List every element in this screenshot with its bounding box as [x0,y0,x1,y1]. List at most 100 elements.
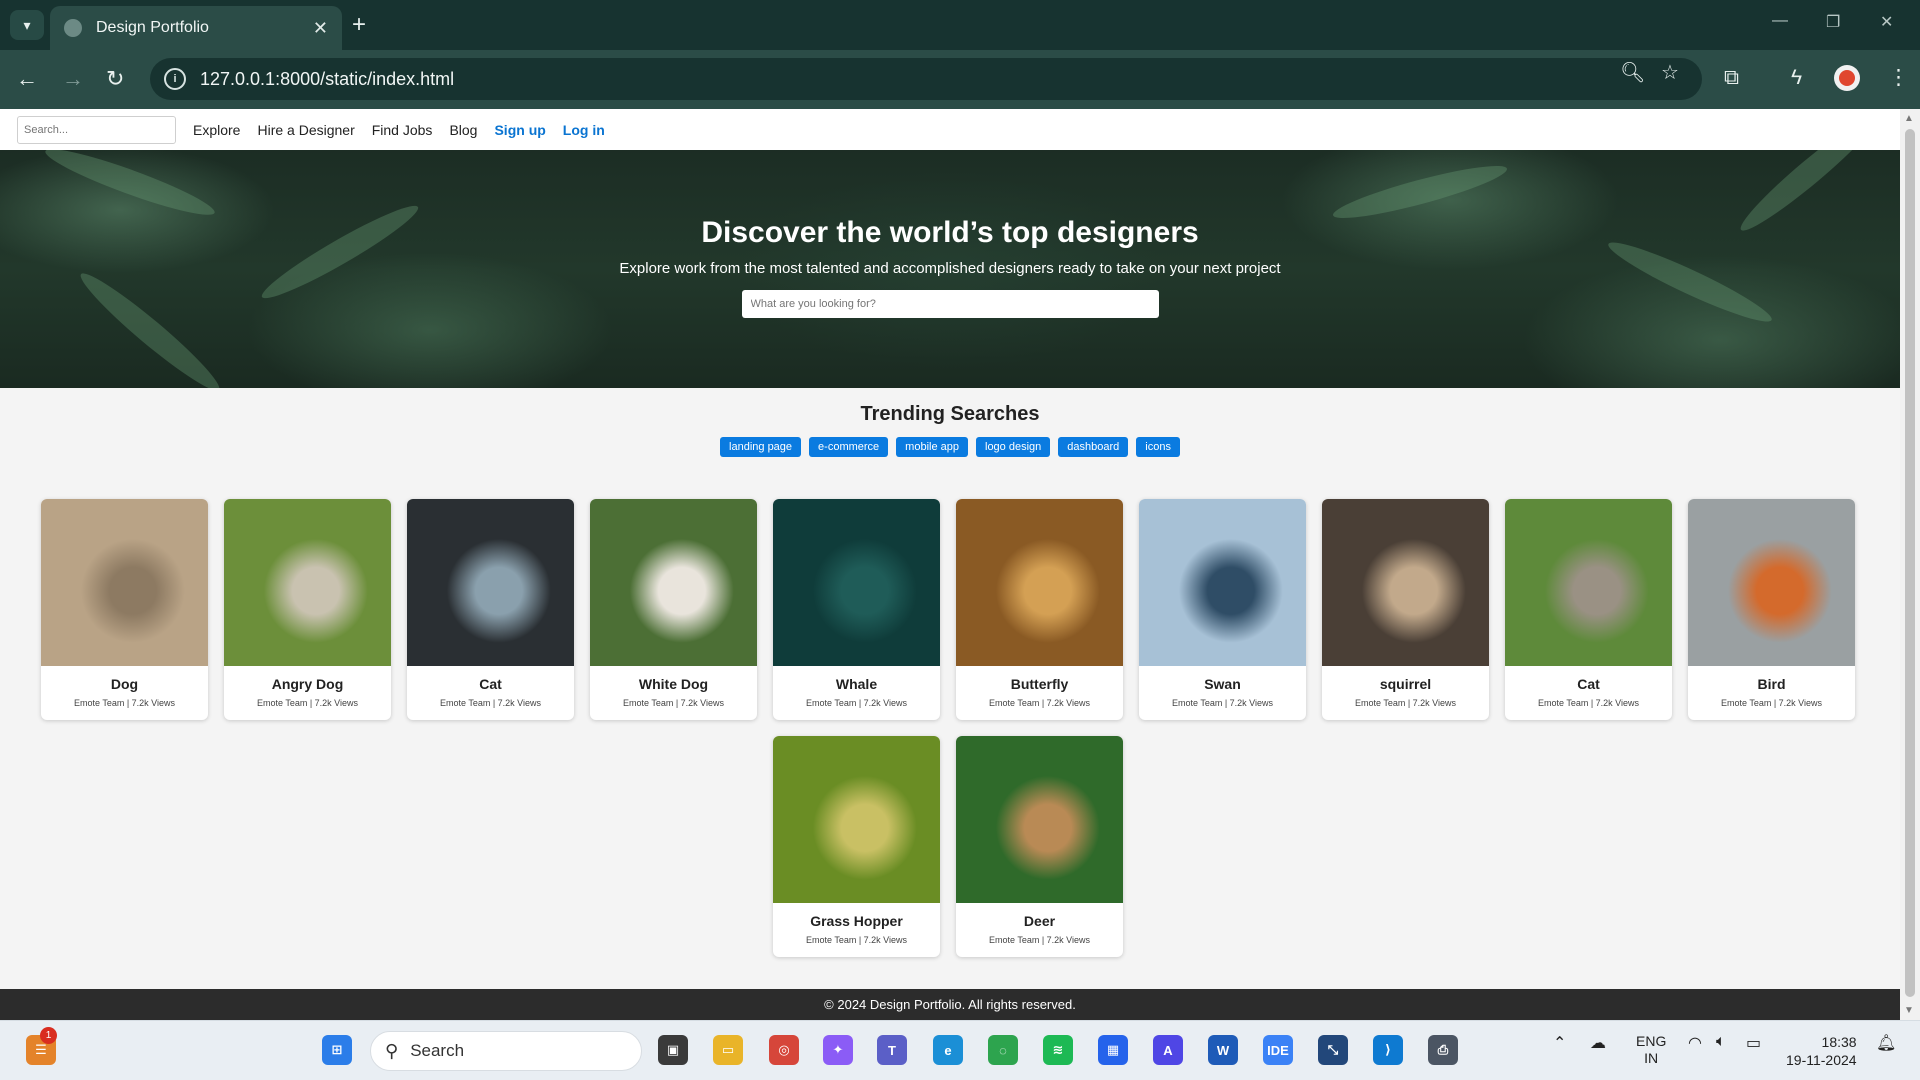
portfolio-card[interactable]: Grass Hopper Emote Team | 7.2k Views [773,736,940,957]
profile-avatar[interactable] [1834,65,1860,91]
tag-logo-design[interactable]: logo design [976,437,1051,457]
forward-arrow-icon[interactable]: → [62,64,84,94]
browser-chrome: ▾ Design Portfolio ✕ + — ❐ ✕ ← → ↻ i 127… [0,0,1920,109]
vscode-icon[interactable]: ⟩ [1373,1035,1403,1065]
portfolio-card[interactable]: White Dog Emote Team | 7.2k Views [590,499,757,720]
signup-link[interactable]: Sign up [494,122,545,138]
tab-title: Design Portfolio [96,19,209,36]
volume-icon[interactable]: 🔈︎ [1716,1033,1726,1051]
close-tab-icon[interactable]: ✕ [313,18,328,39]
ide-icon[interactable]: IDE [1263,1035,1293,1065]
site-info-icon[interactable]: i [164,68,186,90]
nav-link-blog[interactable]: Blog [449,122,477,138]
restore-icon[interactable]: ❐ [1826,12,1840,32]
card-image[interactable] [773,499,940,666]
windows-start-icon[interactable]: ⊞ [322,1035,352,1065]
new-tab-button[interactable]: + [352,12,366,38]
portfolio-card[interactable]: Swan Emote Team | 7.2k Views [1139,499,1306,720]
tab-strip: ▾ Design Portfolio ✕ + — ❐ ✕ [0,0,1920,50]
browser-tab[interactable]: Design Portfolio ✕ [50,6,342,50]
card-meta: Emote Team | 7.2k Views [988,935,1091,945]
nav-link-hire-designer[interactable]: Hire a Designer [257,122,354,138]
url-text[interactable]: 127.0.0.1:8000/static/index.html [200,69,454,90]
bookmark-star-icon[interactable]: ☆ [1661,60,1679,85]
arc-app-icon[interactable]: A [1153,1035,1183,1065]
card-meta: Emote Team | 7.2k Views [805,935,908,945]
tag-mobile-app[interactable]: mobile app [896,437,968,457]
onedrive-cloud-icon[interactable]: ☁ [1590,1033,1606,1053]
portfolio-card[interactable]: Bird Emote Team | 7.2k Views [1688,499,1855,720]
tag-landing-page[interactable]: landing page [720,437,802,457]
tag-icons[interactable]: icons [1136,437,1180,457]
card-image[interactable] [224,499,391,666]
code-editor-icon[interactable]: ⤡ [1318,1035,1348,1065]
portfolio-card[interactable]: Cat Emote Team | 7.2k Views [407,499,574,720]
card-meta: Emote Team | 7.2k Views [73,698,176,708]
card-image[interactable] [1505,499,1672,666]
portfolio-card[interactable]: Deer Emote Team | 7.2k Views [956,736,1123,957]
card-title: Whale [835,676,878,692]
nav-search-input[interactable] [17,115,176,144]
tag-dashboard[interactable]: dashboard [1058,437,1129,457]
extensions-icon[interactable]: ⧉ [1724,65,1739,91]
notifications-bell-icon[interactable]: 🔔︎ [1876,1033,1896,1053]
portfolio-card[interactable]: Dog Emote Team | 7.2k Views [41,499,208,720]
back-arrow-icon[interactable]: ← [16,64,38,94]
file-explorer-icon[interactable]: ▭ [713,1035,743,1065]
scrollbar-thumb[interactable] [1905,129,1915,997]
card-image[interactable] [590,499,757,666]
copilot-icon[interactable]: ✦ [823,1035,853,1065]
wifi-icon[interactable]: ◠ [1688,1033,1702,1053]
card-image[interactable] [1139,499,1306,666]
microsoft-store-icon[interactable]: ▦ [1098,1035,1128,1065]
card-meta: Emote Team | 7.2k Views [622,698,725,708]
tag-e-commerce[interactable]: e-commerce [809,437,889,457]
portfolio-card[interactable]: Cat Emote Team | 7.2k Views [1505,499,1672,720]
system-clock[interactable]: 18:38 19-11-2024 [1786,1033,1857,1069]
hero-search-input[interactable] [741,290,1159,318]
page-viewport: Explore Hire a Designer Find Jobs Blog S… [0,109,1900,1020]
sync-app-icon[interactable]: ◌ [988,1035,1018,1065]
menu-kebab-icon[interactable]: ⋮ [1888,65,1909,91]
card-image[interactable] [956,736,1123,903]
card-image[interactable] [407,499,574,666]
close-window-icon[interactable]: ✕ [1880,12,1893,32]
login-link[interactable]: Log in [563,122,605,138]
edge-icon[interactable]: e [933,1035,963,1065]
page-scrollbar[interactable]: ▲ ▼ [1900,109,1920,1020]
tray-chevron-up-icon[interactable]: ⌃ [1553,1033,1566,1053]
performance-icon[interactable]: ϟ [1791,65,1802,91]
tab-search-button[interactable]: ▾ [10,10,44,40]
teams-icon[interactable]: T [877,1035,907,1065]
hero-subtitle: Explore work from the most talented and … [619,260,1281,277]
scroll-up-icon[interactable]: ▲ [1904,113,1914,124]
card-image[interactable] [956,499,1123,666]
portfolio-card[interactable]: squirrel Emote Team | 7.2k Views [1322,499,1489,720]
card-image[interactable] [1688,499,1855,666]
chrome-icon[interactable]: ◎ [769,1035,799,1065]
minimize-icon[interactable]: — [1772,12,1788,30]
task-view-icon[interactable]: ▣ [658,1035,688,1065]
card-title: Cat [479,676,502,692]
language-indicator[interactable]: ENG IN [1636,1033,1666,1067]
clock-time: 18:38 [1821,1034,1857,1050]
card-image[interactable] [1322,499,1489,666]
card-image[interactable] [773,736,940,903]
card-title: Butterfly [1010,676,1069,692]
battery-icon[interactable]: ▭ [1746,1033,1761,1053]
spotify-icon[interactable]: ≋ [1043,1035,1073,1065]
nav-link-find-jobs[interactable]: Find Jobs [372,122,433,138]
address-bar[interactable]: i 127.0.0.1:8000/static/index.html [150,58,1702,100]
card-image[interactable] [41,499,208,666]
scroll-down-icon[interactable]: ▼ [1904,1005,1914,1016]
word-icon[interactable]: W [1208,1035,1238,1065]
reload-icon[interactable]: ↻ [106,64,124,94]
portfolio-card[interactable]: Butterfly Emote Team | 7.2k Views [956,499,1123,720]
zoom-icon[interactable]: 🔍︎ [1620,60,1645,85]
printer-app-icon[interactable]: ⎙ [1428,1035,1458,1065]
portfolio-card[interactable]: Whale Emote Team | 7.2k Views [773,499,940,720]
nav-link-explore[interactable]: Explore [193,122,240,138]
card-title: Swan [1204,676,1241,692]
portfolio-card[interactable]: Angry Dog Emote Team | 7.2k Views [224,499,391,720]
taskbar-search[interactable]: ⚲ Search [370,1031,642,1071]
